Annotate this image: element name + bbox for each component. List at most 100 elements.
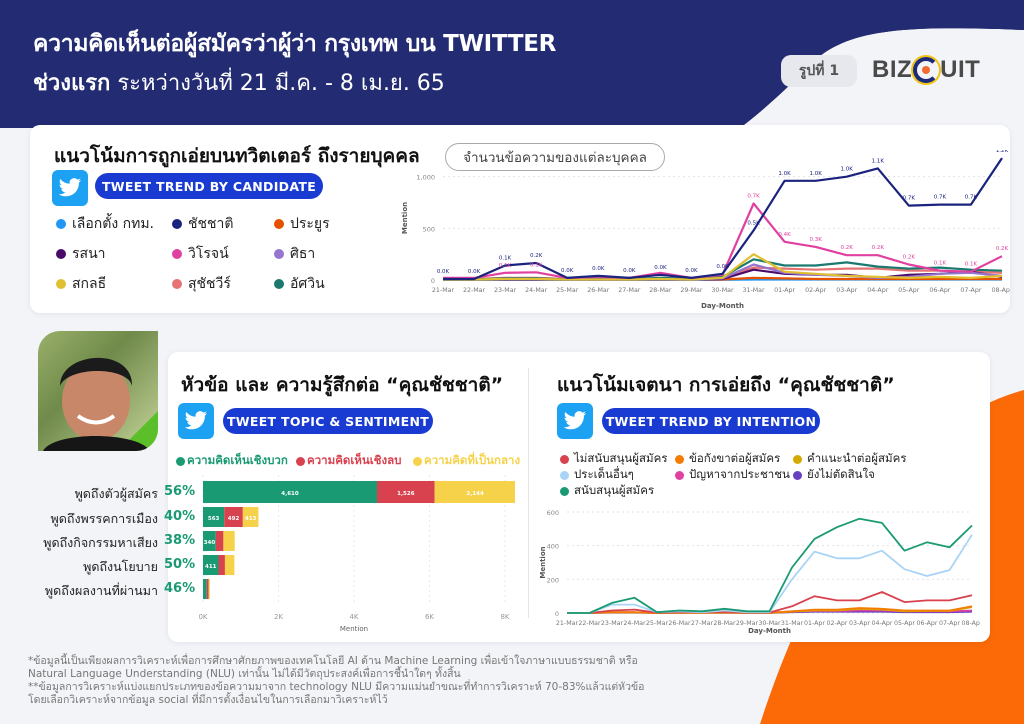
series-line xyxy=(567,517,973,614)
y-tick-label: 400 xyxy=(547,543,559,551)
legend-dot-icon xyxy=(274,249,284,259)
data-label: 0.4K xyxy=(778,232,791,238)
page-subtitle: ช่วงแรก ระหว่างวันที่ 21 มี.ค. - 8 เม.ย.… xyxy=(33,65,445,100)
data-label: 1.1K xyxy=(872,158,885,164)
bar-value-label: 563 xyxy=(208,516,220,522)
x-tick-label: 03-Apr xyxy=(849,620,870,627)
data-label: 1.0K xyxy=(841,167,854,173)
bar-value-label: 413 xyxy=(245,516,257,522)
data-label: 0.2K xyxy=(530,253,543,259)
x-tick-label: 24-Mar xyxy=(525,287,548,294)
data-label: 0.3K xyxy=(809,237,822,243)
legend-label: ความคิดเห็นเชิงลบ xyxy=(307,453,402,467)
data-label: 0.0K xyxy=(623,268,636,274)
y-tick-label: 0 xyxy=(555,610,559,618)
x-axis-title: Mention xyxy=(340,625,368,633)
legend-dot-icon xyxy=(172,279,182,289)
topic-percent: 40% xyxy=(164,509,196,524)
data-label: 0.0K xyxy=(716,264,729,270)
legend-label: ศิธา xyxy=(290,246,316,262)
legend-item: ยังไม่ตัดสินใจ xyxy=(793,466,875,484)
footnote-line: **ข้อมูลการวิเคราะห์แบ่งแยกประเภทของข้อค… xyxy=(28,681,645,693)
data-label: 0.1K xyxy=(965,262,978,268)
footnote: *ข้อมูลนี้เป็นเพียงผลการวิเคราะห์เพื่อกา… xyxy=(28,655,708,707)
x-axis-title: Day-Month xyxy=(701,302,744,310)
x-tick-label: 04-Apr xyxy=(867,287,888,294)
data-label: 0.1K xyxy=(530,262,543,268)
data-label: 1.0K xyxy=(778,171,791,177)
bar-value-label: 492 xyxy=(228,516,240,522)
bar-value-label: 4,610 xyxy=(281,491,299,497)
x-axis-title: Day-Month xyxy=(748,627,791,635)
legend-item: สนับสนุนผู้สมัคร xyxy=(560,482,654,500)
y-tick-label: 1,000 xyxy=(416,174,435,182)
bar-segment xyxy=(223,531,235,551)
twitter-icon xyxy=(557,403,593,439)
legend-label: ความคิดเห็นเชิงบวก xyxy=(187,453,288,467)
candidate-trend-title: แนวโน้มการถูกเอ่ยบนทวิตเตอร์ ถึงรายบุคคล xyxy=(54,145,420,167)
legend-dot-icon xyxy=(675,470,684,480)
twitter-icon xyxy=(52,170,88,206)
legend-item: สุชัชวีร์ xyxy=(172,273,231,295)
x-tick-label: 4K xyxy=(349,613,358,621)
topic-percent: 56% xyxy=(164,484,196,499)
topic-label: พูดถึงนโยบาย xyxy=(83,559,158,574)
x-tick-label: 26-Mar xyxy=(587,287,610,294)
footnote-line: *ข้อมูลนี้เป็นเพียงผลการวิเคราะห์เพื่อกา… xyxy=(28,655,638,667)
legend-label: สนับสนุนผู้สมัคร xyxy=(574,483,655,497)
tweet-topic-sentiment-pill: TWEET TOPIC & SENTIMENT xyxy=(223,408,433,434)
legend-label: เลือกตั้ง กทม. xyxy=(72,216,155,232)
legend-label: สุชัชวีร์ xyxy=(188,276,231,292)
topic-label: พูดถึงพรรคการเมือง xyxy=(50,511,158,526)
legend-item: ประยูร xyxy=(274,213,330,235)
sentiment-legend-item: ความคิดเห็นเชิงลบ xyxy=(296,452,401,470)
x-tick-label: 02-Apr xyxy=(826,620,847,627)
legend-item: วิโรจน์ xyxy=(172,243,229,265)
x-tick-label: 6K xyxy=(425,613,434,621)
data-label: 0.2K xyxy=(872,245,885,251)
subtitle-date-range: ระหว่างวันที่ 21 มี.ค. - 8 เม.ย. 65 xyxy=(110,71,445,96)
logo-text-right: UIT xyxy=(940,56,981,83)
data-label: 0.7K xyxy=(903,196,916,202)
x-tick-label: 05-Apr xyxy=(894,620,915,627)
y-axis-title: Mention xyxy=(539,546,547,578)
legend-dot-icon xyxy=(560,470,569,480)
x-tick-label: 05-Apr xyxy=(898,287,919,294)
data-label: 0.2K xyxy=(996,246,1009,252)
data-label: 0.1K xyxy=(499,256,512,262)
x-tick-label: 28-Mar xyxy=(649,287,672,294)
intention-trend-title: แนวโน้มเจตนา การเอ่ยถึง “คุณชัชชาติ” xyxy=(557,374,895,396)
twitter-icon xyxy=(178,403,214,439)
section-divider xyxy=(528,368,529,618)
topic-percent: 50% xyxy=(164,557,196,572)
bar-segment xyxy=(215,531,224,551)
x-tick-label: 31-Mar xyxy=(781,620,804,627)
x-tick-label: 24-Mar xyxy=(623,620,646,627)
data-label: 1.0K xyxy=(809,171,822,177)
x-tick-label: 2K xyxy=(274,613,283,621)
candidate-trend-chart: 0 500 1,000 21-Mar 22-Mar 23-Mar 24-Mar 25-Mar 2… xyxy=(401,150,1010,310)
bar-value-label: 340 xyxy=(204,540,216,546)
topic-label: พูดถึงตัวผู้สมัคร xyxy=(74,486,158,501)
sentiment-legend-item: ความคิดเห็นเชิงบวก xyxy=(176,452,288,470)
legend-dot-icon xyxy=(413,456,422,466)
x-tick-label: 21-Mar xyxy=(556,620,579,627)
logo-text-left: BIZ xyxy=(872,56,913,83)
data-label: 0.0K xyxy=(468,269,481,275)
legend-label: ชัชชาติ xyxy=(188,216,234,232)
data-label: 0.2K xyxy=(903,255,916,261)
legend-label: สกลธี xyxy=(72,276,107,292)
legend-dot-icon xyxy=(56,249,66,259)
legend-dot-icon xyxy=(560,454,569,464)
legend-item: ศิธา xyxy=(274,243,315,265)
x-tick-label: 31-Mar xyxy=(742,287,765,294)
x-tick-label: 22-Mar xyxy=(463,287,486,294)
data-label: 0.1K xyxy=(499,263,512,269)
bar-value-label: 1,526 xyxy=(397,491,415,497)
legend-label: ยังไม่ตัดสินใจ xyxy=(807,467,875,481)
legend-dot-icon xyxy=(296,456,305,466)
y-tick-label: 200 xyxy=(547,576,559,584)
x-tick-label: 0K xyxy=(198,613,207,621)
topic-sentiment-chart: 0K 2K 4K 6K 8K Mention 4,610 1,526 2,144 563 492 41… xyxy=(198,475,515,633)
bar-segment xyxy=(203,579,207,599)
